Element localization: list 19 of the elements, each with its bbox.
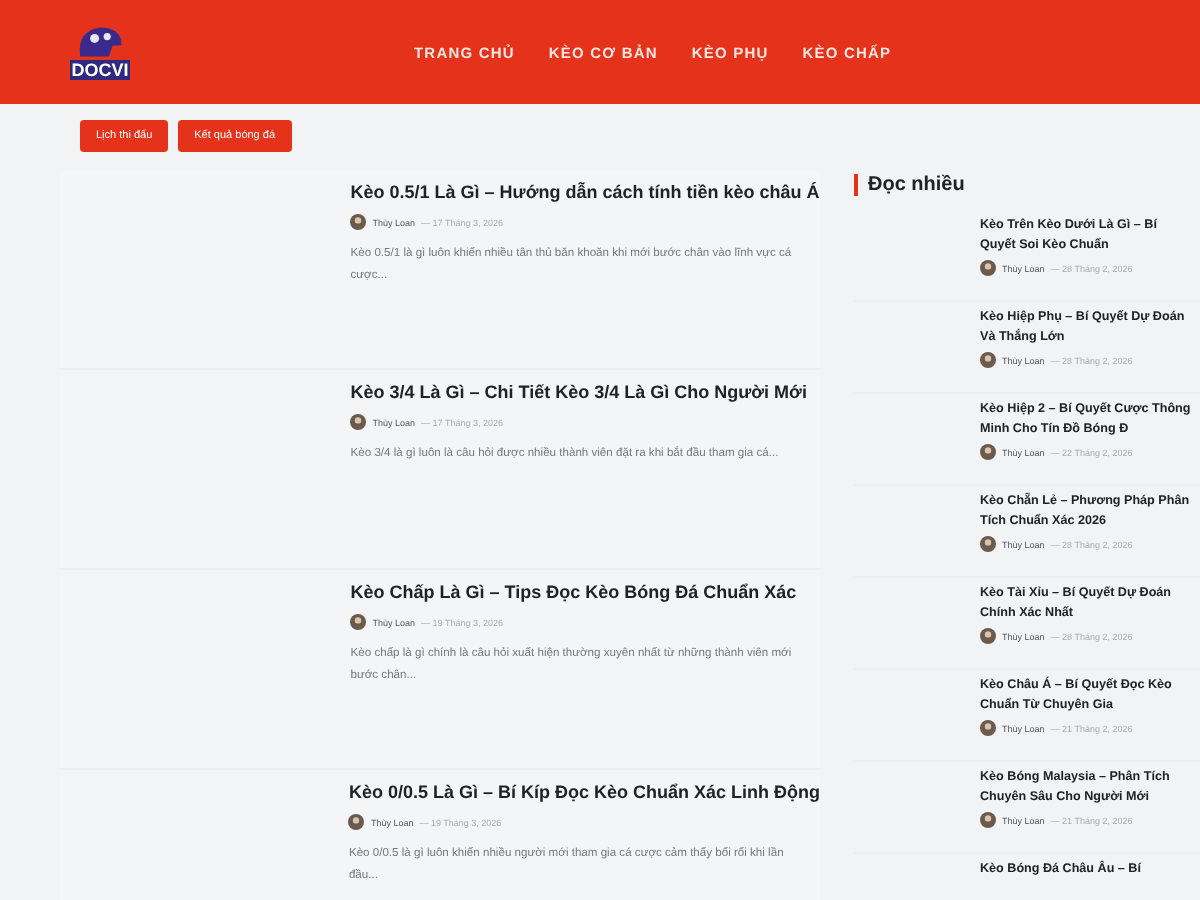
avatar-icon [350,214,367,230]
heading-accent [854,174,858,196]
post-title[interactable]: Kèo 3/4 Là Gì – Chi Tiết Kèo 3/4 Là Gì Cho Người Mới [350,382,820,402]
sidebar-heading: Đọc nhiều [868,174,965,196]
avatar-icon [348,814,365,830]
post-title[interactable]: Kèo Chấp Là Gì – Tips Đọc Kèo Bóng Đá Chuẩn Xác [350,582,820,602]
avatar-icon [980,720,996,736]
avatar-icon [980,628,996,644]
logo-text: DOCVI [69,60,131,80]
avatar-icon [980,352,996,368]
avatar-icon [980,536,996,552]
avatar-icon [350,614,367,630]
post-title[interactable]: Kèo 0.5/1 Là Gì – Hướng dẫn cách tính tiền kèo châu Á [350,182,820,202]
avatar-icon [980,444,996,460]
avatar-icon [980,812,996,828]
avatar-icon [350,414,367,430]
avatar-icon [980,260,996,276]
site-logo[interactable]: DOCVI [68,24,132,80]
post-title[interactable]: Kèo 0/0.5 Là Gì – Bí Kíp Đọc Kèo Chuẩn Xác Linh Động [348,782,820,802]
